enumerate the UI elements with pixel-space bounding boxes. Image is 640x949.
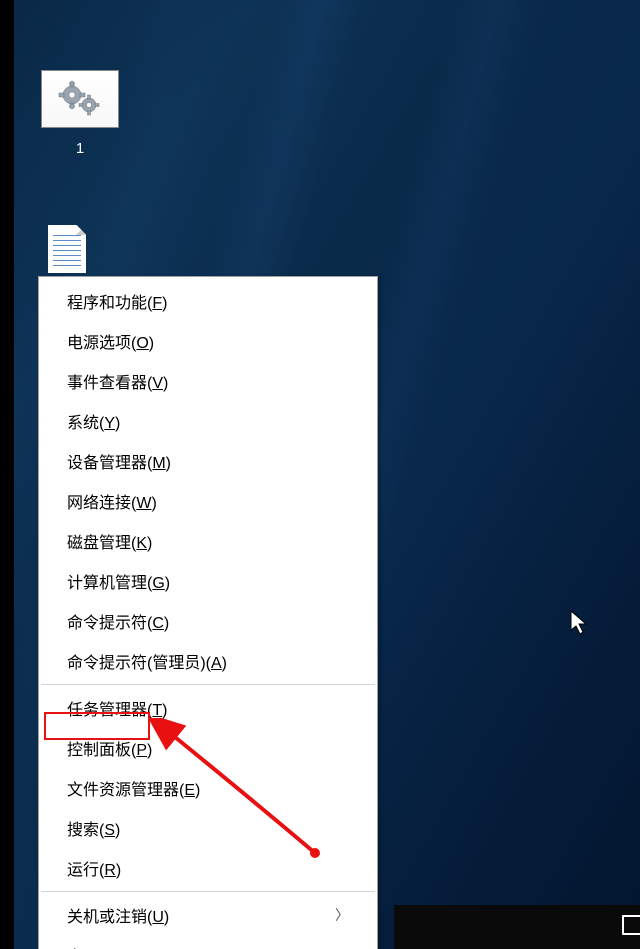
menu-item[interactable]: 系统(Y) (39, 401, 377, 441)
menu-item[interactable]: 命令提示符(C) (39, 601, 377, 641)
menu-item[interactable]: 搜索(S) (39, 808, 377, 848)
chevron-right-icon: 〉 (335, 905, 349, 925)
menu-item-label: 关机或注销(U) (67, 903, 169, 927)
menu-item-label: 电源选项(O) (67, 329, 154, 353)
menu-separator (41, 891, 375, 892)
menu-item-label: 命令提示符(C) (67, 609, 169, 633)
gears-icon (56, 80, 104, 118)
menu-item[interactable]: 文件资源管理器(E) (39, 768, 377, 808)
menu-item[interactable]: 网络连接(W) (39, 481, 377, 521)
menu-item[interactable]: 电源选项(O) (39, 321, 377, 361)
menu-item-label: 控制面板(P) (67, 736, 152, 760)
menu-item[interactable]: 计算机管理(G) (39, 561, 377, 601)
menu-item[interactable]: 事件查看器(V) (39, 361, 377, 401)
menu-item[interactable]: 关机或注销(U) 〉 (39, 895, 377, 935)
desktop[interactable]: 1 程序和功能(F) 电源选项(O) 事件查看器(V) 系统(Y) 设备管理器(M) 网络… (14, 0, 640, 949)
menu-item-label: 运行(R) (67, 856, 121, 880)
menu-item[interactable]: 控制面板(P) (39, 728, 377, 768)
menu-item-label: 系统(Y) (67, 409, 120, 433)
left-border (0, 0, 14, 949)
cursor-icon (570, 610, 588, 636)
menu-item-label: 网络连接(W) (67, 489, 157, 513)
menu-item[interactable]: 运行(R) (39, 848, 377, 888)
menu-item-label: 文件资源管理器(E) (67, 776, 200, 800)
menu-item-label: 设备管理器(M) (67, 449, 171, 473)
desktop-icon-batch[interactable] (41, 70, 119, 128)
menu-item[interactable]: 任务管理器(T) (39, 688, 377, 728)
menu-item-label: 任务管理器(T) (67, 696, 167, 720)
desktop-icon-textfile[interactable] (48, 225, 86, 273)
taskview-icon[interactable] (622, 915, 640, 935)
menu-item-label: 桌面(D) (67, 943, 121, 949)
menu-item[interactable]: 程序和功能(F) (39, 281, 377, 321)
menu-separator (41, 684, 375, 685)
menu-item-label: 搜索(S) (67, 816, 120, 840)
desktop-icon-label: 1 (41, 140, 119, 157)
menu-item-label: 计算机管理(G) (67, 569, 170, 593)
menu-item[interactable]: 磁盘管理(K) (39, 521, 377, 561)
taskbar[interactable] (394, 905, 640, 949)
winx-context-menu: 程序和功能(F) 电源选项(O) 事件查看器(V) 系统(Y) 设备管理器(M) 网络连接… (38, 276, 378, 949)
menu-item-label: 命令提示符(管理员)(A) (67, 649, 227, 673)
menu-item[interactable]: 命令提示符(管理员)(A) (39, 641, 377, 681)
menu-item-label: 磁盘管理(K) (67, 529, 152, 553)
menu-item-label: 程序和功能(F) (67, 289, 167, 313)
menu-item-label: 事件查看器(V) (67, 369, 168, 393)
menu-item[interactable]: 桌面(D) (39, 935, 377, 949)
menu-item[interactable]: 设备管理器(M) (39, 441, 377, 481)
